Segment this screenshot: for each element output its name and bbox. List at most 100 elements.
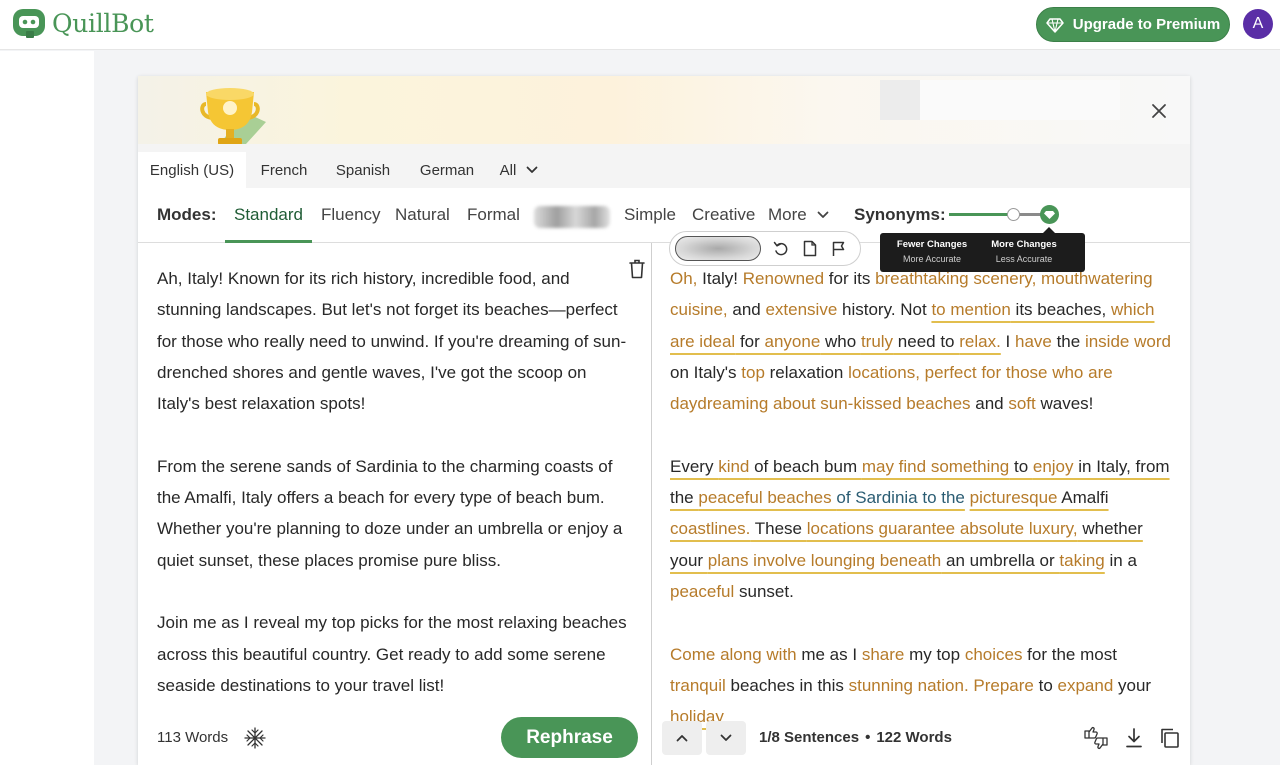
changed-phrase[interactable]: plans involve lounging beneath — [708, 551, 941, 570]
output-text-segment: the — [1051, 331, 1085, 351]
report-button[interactable] — [824, 236, 853, 261]
download-button[interactable] — [1119, 724, 1149, 752]
changed-phrase[interactable]: kind — [718, 457, 749, 476]
changed-phrase[interactable]: enjoy — [1033, 457, 1074, 476]
redacted-toolbar-button[interactable] — [675, 236, 761, 261]
synonyms-slider[interactable] — [949, 204, 1061, 224]
changed-phrase[interactable]: Come along with — [670, 645, 797, 664]
output-text-segment: Italy! — [697, 269, 743, 288]
changed-phrase[interactable]: stunning nation. Prepare — [849, 676, 1034, 695]
changed-phrase[interactable]: of Sardinia to the — [836, 488, 965, 507]
delete-icon[interactable] — [627, 258, 647, 280]
mode-fluency[interactable]: Fluency — [321, 205, 381, 225]
user-avatar[interactable]: A — [1243, 9, 1273, 39]
stats-separator: • — [865, 729, 871, 746]
changed-phrase[interactable]: inside word — [1085, 332, 1171, 351]
tab-spanish[interactable]: Spanish — [322, 152, 404, 188]
output-text-segment: to — [1009, 456, 1033, 476]
output-paragraph: Every kind of beach bum may find somethi… — [670, 451, 1175, 607]
mode-simple[interactable]: Simple — [624, 205, 676, 225]
output-toolbar — [669, 231, 861, 266]
tab-german-label: German — [419, 161, 475, 179]
copy-button[interactable] — [1155, 724, 1185, 752]
chevron-down-icon — [526, 166, 538, 173]
changed-phrase[interactable]: have — [1015, 332, 1052, 351]
output-text-segment: These — [750, 519, 807, 539]
sparkle-icon[interactable] — [244, 727, 266, 749]
mode-formal[interactable]: Formal — [467, 205, 520, 225]
changed-phrase[interactable]: share — [862, 645, 905, 664]
tab-all-languages[interactable]: All — [494, 152, 544, 188]
undo-button[interactable] — [766, 236, 795, 261]
upgrade-to-premium-button[interactable]: Upgrade to Premium — [1036, 7, 1230, 42]
tooltip-more-changes: More Changes Less Accurate — [974, 238, 1074, 266]
changed-phrase[interactable]: anyone — [765, 332, 821, 351]
slider-handle[interactable] — [1007, 208, 1020, 221]
output-text-segment: I — [1000, 331, 1015, 351]
changed-phrase[interactable]: picturesque — [970, 488, 1058, 507]
tab-french-label: French — [260, 161, 308, 179]
mode-more-dropdown[interactable]: More — [768, 205, 829, 225]
output-stats: 1/8 Sentences • 122 Words — [759, 729, 952, 746]
changed-phrase[interactable]: tranquil — [670, 676, 726, 695]
mode-redacted[interactable] — [534, 206, 610, 228]
active-mode-underline — [225, 240, 312, 243]
output-text-segment: for its — [824, 269, 876, 288]
chevron-down-icon — [817, 211, 829, 218]
changed-phrase[interactable]: choices — [965, 645, 1023, 664]
changed-phrase[interactable]: expand — [1058, 676, 1114, 695]
close-icon[interactable] — [1148, 100, 1170, 122]
rephrase-button[interactable]: Rephrase — [501, 717, 638, 758]
changed-phrase[interactable]: may find something — [862, 457, 1009, 476]
output-text-segment: relaxation — [764, 362, 849, 382]
next-sentence-button[interactable] — [706, 721, 746, 755]
changed-phrase[interactable]: top — [741, 363, 765, 382]
tooltip-left-title: Fewer Changes — [896, 239, 968, 250]
changed-phrase[interactable]: truly — [861, 332, 893, 351]
changed-phrase[interactable]: relax. — [959, 332, 1001, 351]
language-tabs: English (US) French Spanish German All — [138, 144, 1190, 188]
changed-phrase[interactable]: to mention — [931, 300, 1010, 319]
tab-english-us[interactable]: English (US) — [138, 152, 246, 188]
mode-creative[interactable]: Creative — [692, 205, 755, 225]
premium-level-marker[interactable] — [1040, 205, 1059, 224]
changed-phrase[interactable]: Oh, — [670, 269, 697, 288]
output-text-segment: Amalfi — [1057, 488, 1109, 508]
output-text-segment: and — [970, 394, 1009, 414]
mode-more-label: More — [768, 205, 807, 224]
changed-phrase[interactable]: soft — [1008, 394, 1035, 413]
output-text-segment: to — [1033, 675, 1058, 695]
changed-phrase[interactable]: peaceful beaches — [698, 488, 836, 507]
tab-spanish-label: Spanish — [335, 161, 391, 179]
mode-natural[interactable]: Natural — [395, 205, 450, 225]
download-icon — [1126, 728, 1142, 748]
changed-phrase[interactable]: Renowned — [743, 269, 824, 288]
previous-sentence-button[interactable] — [662, 721, 702, 755]
output-text-segment: need to — [893, 331, 960, 351]
output-text-segment: its beaches, — [1010, 300, 1111, 320]
output-text-area[interactable]: Oh, Italy! Renowned for its breathtaking… — [670, 263, 1175, 764]
output-text-segment: and — [727, 300, 766, 320]
changed-phrase[interactable]: locations guarantee absolute luxury, — [807, 519, 1078, 538]
flag-icon — [832, 241, 845, 256]
changed-phrase[interactable]: taking — [1059, 551, 1104, 570]
tab-german[interactable]: German — [404, 152, 490, 188]
output-paragraph: Oh, Italy! Renowned for its breathtaking… — [670, 263, 1175, 419]
document-icon — [803, 240, 816, 257]
quillbot-logo[interactable]: QuillBot — [12, 6, 154, 40]
output-text-segment: of beach bum — [749, 456, 862, 476]
compare-button[interactable] — [795, 236, 824, 261]
copy-icon — [1161, 728, 1179, 748]
tab-french[interactable]: French — [246, 152, 322, 188]
diamond-icon — [1044, 211, 1055, 219]
feedback-button[interactable] — [1081, 724, 1111, 752]
input-text-area[interactable]: Ah, Italy! Known for its rich history, i… — [157, 263, 627, 732]
output-text-segment: history. Not — [837, 300, 932, 320]
thumbs-up-down-icon — [1084, 726, 1108, 750]
changed-phrase[interactable]: coastlines. — [670, 519, 750, 538]
upgrade-label: Upgrade to Premium — [1072, 16, 1221, 33]
changed-phrase[interactable]: peaceful — [670, 582, 734, 601]
app-name: QuillBot — [52, 8, 154, 38]
changed-phrase[interactable]: extensive — [765, 300, 837, 319]
mode-standard[interactable]: Standard — [234, 205, 303, 225]
